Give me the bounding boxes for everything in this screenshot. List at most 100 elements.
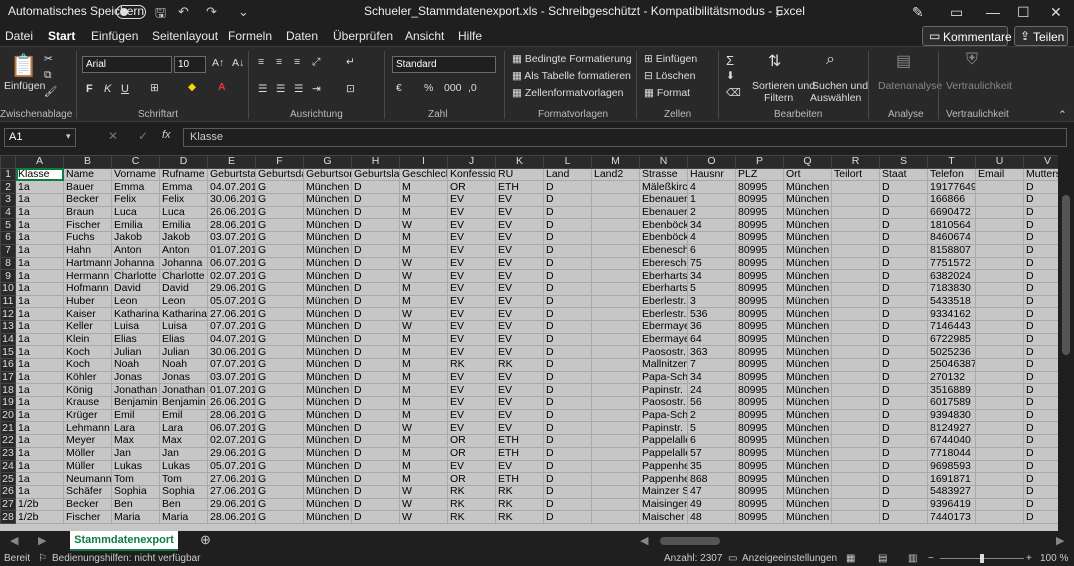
cell[interactable]: G — [255, 383, 304, 398]
cell[interactable]: 80995 — [735, 294, 784, 309]
cell[interactable]: M — [399, 281, 448, 296]
cell[interactable] — [831, 193, 880, 207]
cell[interactable]: 4 — [687, 180, 736, 195]
fill-color-icon[interactable]: ◆ — [188, 81, 196, 93]
cell[interactable]: Krause — [63, 396, 112, 410]
cell[interactable]: München — [303, 218, 352, 233]
cell[interactable]: 26.06.2016 — [207, 396, 256, 410]
tab-start[interactable]: Start — [48, 29, 76, 49]
cell[interactable]: EV — [495, 383, 544, 398]
cell[interactable]: Emil — [111, 408, 160, 423]
cell[interactable]: M — [399, 358, 448, 372]
cell[interactable]: München — [783, 319, 832, 334]
cell[interactable]: W — [399, 269, 448, 283]
cell[interactable]: D — [351, 294, 400, 309]
cell[interactable]: 2 — [687, 408, 736, 423]
cell[interactable] — [975, 218, 1024, 233]
tab-ueberpruefen[interactable]: Überprüfen — [333, 29, 393, 43]
cell[interactable]: OR — [447, 180, 496, 195]
cell[interactable]: 1a — [15, 294, 64, 309]
minimize-icon[interactable]: — — [986, 4, 1000, 20]
cell[interactable]: EV — [495, 421, 544, 436]
cell[interactable]: Geburtstag — [207, 167, 256, 182]
cell[interactable]: D — [543, 205, 592, 220]
column-header[interactable]: M — [591, 155, 640, 169]
cell[interactable]: 80995 — [735, 421, 784, 436]
cell[interactable]: 80995 — [735, 459, 784, 474]
cell[interactable]: München — [303, 243, 352, 258]
cell[interactable]: D — [879, 358, 928, 372]
cell[interactable] — [591, 281, 640, 296]
cell[interactable]: Charlotte — [159, 269, 208, 283]
cell[interactable]: München — [783, 345, 832, 359]
cell[interactable]: EV — [495, 193, 544, 207]
align-center-icon[interactable]: ☰ — [276, 83, 285, 95]
cell[interactable] — [975, 281, 1024, 296]
cell[interactable]: G — [255, 332, 304, 347]
cell[interactable]: D — [879, 510, 928, 524]
cell[interactable]: 80995 — [735, 269, 784, 283]
cell[interactable]: Mainzer St — [639, 484, 688, 499]
row-header[interactable]: 3 — [0, 193, 16, 207]
cell[interactable]: 03.07.2016 — [207, 370, 256, 385]
cell[interactable]: München — [783, 497, 832, 512]
cell[interactable]: Leon — [111, 294, 160, 309]
currency-icon[interactable]: € — [396, 82, 402, 94]
cell[interactable]: München — [783, 243, 832, 258]
cell[interactable]: 1/2b — [15, 510, 64, 524]
cell[interactable]: München — [783, 256, 832, 271]
cell[interactable] — [591, 218, 640, 233]
cell[interactable]: M — [399, 434, 448, 448]
cell[interactable]: 1a — [15, 281, 64, 296]
cell[interactable]: Katharina — [159, 307, 208, 321]
cell[interactable]: D — [879, 231, 928, 245]
ribbon-display-icon[interactable]: ▭ — [950, 4, 963, 21]
cell[interactable] — [975, 243, 1024, 258]
sensitivity-icon[interactable]: ⛨ — [966, 51, 978, 69]
align-left-icon[interactable]: ☰ — [258, 83, 267, 95]
column-header[interactable]: K — [495, 155, 544, 169]
cell[interactable]: 7718044 — [927, 446, 976, 461]
cell[interactable]: W — [399, 497, 448, 512]
cell[interactable]: W — [399, 218, 448, 233]
cell[interactable]: Elias — [111, 332, 160, 347]
cell[interactable]: M — [399, 345, 448, 359]
cell[interactable] — [975, 484, 1024, 499]
column-header[interactable]: O — [687, 155, 736, 169]
cell[interactable]: G — [255, 243, 304, 258]
cell[interactable]: G — [255, 396, 304, 410]
cell[interactable]: München — [783, 459, 832, 474]
cell[interactable]: Ebenböcks — [639, 218, 688, 233]
cell[interactable]: Eberhartst — [639, 269, 688, 283]
cell[interactable] — [591, 319, 640, 334]
cell[interactable]: G — [255, 294, 304, 309]
autosave-toggle[interactable] — [116, 5, 146, 19]
cell[interactable]: Julian — [111, 345, 160, 359]
cell[interactable]: Sophia — [159, 484, 208, 499]
align-top-icon[interactable]: ≡ — [258, 56, 264, 68]
cell[interactable]: 1a — [15, 193, 64, 207]
tab-datei[interactable]: Datei — [5, 29, 33, 43]
zoom-in-icon[interactable]: + — [1026, 553, 1032, 564]
zoom-out-icon[interactable]: − — [928, 553, 934, 564]
cell[interactable]: 80995 — [735, 370, 784, 385]
cell[interactable]: 36 — [687, 319, 736, 334]
cell[interactable] — [831, 434, 880, 448]
cell[interactable] — [831, 231, 880, 245]
cell[interactable]: Pappenhei — [639, 472, 688, 486]
cell[interactable]: München — [783, 510, 832, 524]
cell[interactable]: 9394830 — [927, 408, 976, 423]
cell[interactable]: D — [543, 218, 592, 233]
cell[interactable]: 35 — [687, 459, 736, 474]
cell[interactable]: D — [879, 269, 928, 283]
tab-hilfe[interactable]: Hilfe — [458, 29, 482, 43]
cell[interactable] — [975, 358, 1024, 372]
tab-formeln[interactable]: Formeln — [228, 29, 272, 43]
cell[interactable] — [591, 231, 640, 245]
cell[interactable]: M — [399, 193, 448, 207]
cell[interactable]: Emma — [159, 180, 208, 195]
redo-icon[interactable]: ↷ — [206, 4, 217, 20]
align-bottom-icon[interactable]: ≡ — [294, 56, 300, 68]
cell[interactable]: EV — [495, 269, 544, 283]
column-header[interactable]: T — [927, 155, 976, 169]
